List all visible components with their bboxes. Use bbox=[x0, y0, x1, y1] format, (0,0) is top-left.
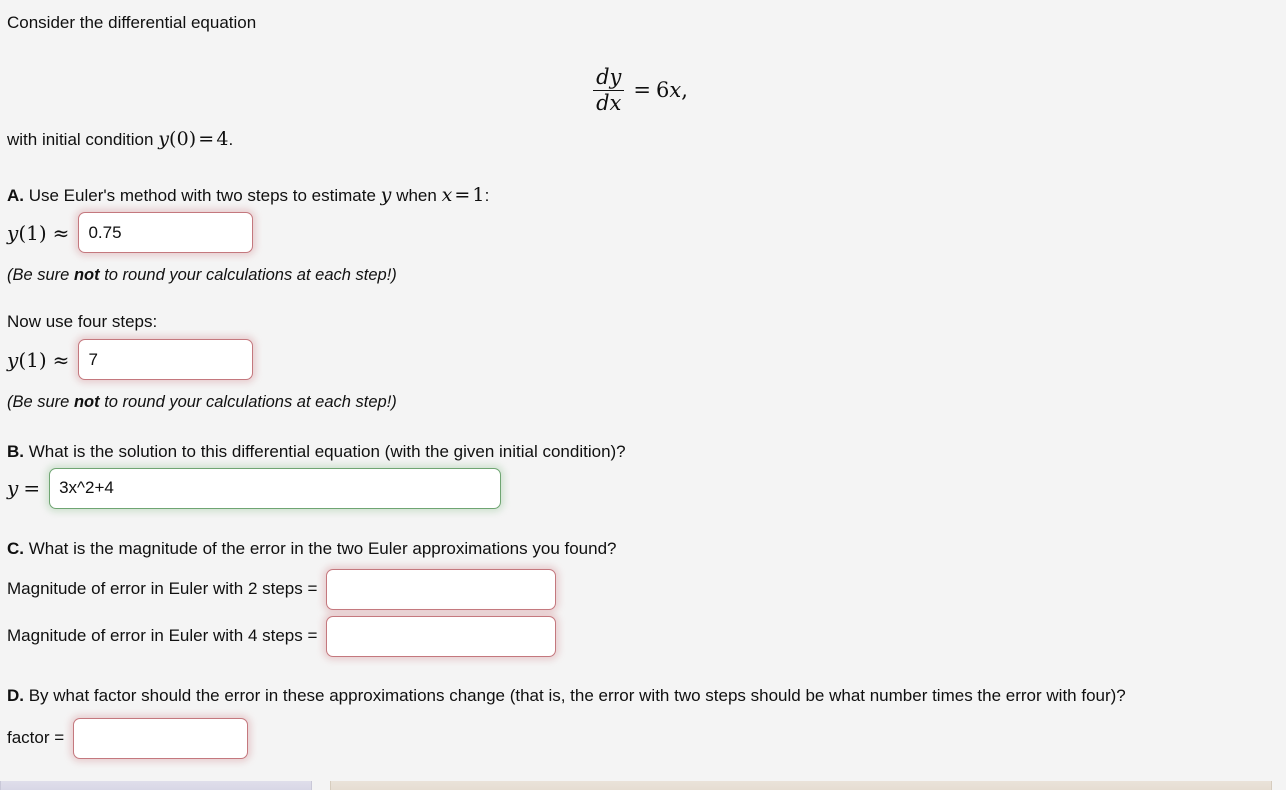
y1-close-paren-a4: ) bbox=[38, 347, 47, 372]
y1-open-paren-a2: ( bbox=[18, 220, 27, 245]
solution-input[interactable] bbox=[49, 467, 502, 509]
part-a-four-steps-label: y(1) ≈ bbox=[7, 348, 78, 372]
hint-bold-a4: not bbox=[73, 393, 100, 412]
hint-bold-a2: not bbox=[73, 266, 100, 285]
derivative-fraction: dy dx bbox=[593, 64, 625, 116]
part-a-colon: : bbox=[484, 185, 490, 205]
part-b-equals: = bbox=[23, 476, 41, 501]
error-two-steps-input[interactable] bbox=[326, 568, 557, 610]
y1-approx-a4: ≈ bbox=[52, 347, 70, 372]
equation-coefficient: 6 bbox=[656, 77, 670, 102]
part-c-prompt: C. What is the magnitude of the error in… bbox=[0, 509, 1286, 561]
part-a-xval: 1 bbox=[472, 183, 485, 206]
part-a-two-steps-hint: (Be sure not to round your calculations … bbox=[0, 253, 1286, 286]
equation-variable: x bbox=[669, 77, 682, 102]
part-a-prompt-text-2: when bbox=[391, 185, 442, 205]
ic-function: y bbox=[158, 127, 170, 150]
initial-condition-period: . bbox=[228, 129, 234, 149]
y1-close-paren-a2: ) bbox=[38, 220, 47, 245]
y1-function-a2: y bbox=[7, 220, 19, 245]
exercise-page: Consider the differential equation dy dx… bbox=[0, 0, 1286, 790]
equation-equals-sign: = bbox=[633, 77, 651, 102]
part-a-letter: A. bbox=[7, 185, 24, 205]
error-four-steps-input[interactable] bbox=[326, 615, 557, 657]
fraction-denominator: dx bbox=[593, 90, 625, 116]
part-c-two-steps-label: Magnitude of error in Euler with 2 steps… bbox=[7, 579, 318, 599]
part-c-four-steps-row: Magnitude of error in Euler with 4 steps… bbox=[0, 610, 1286, 657]
factor-input[interactable] bbox=[73, 717, 249, 759]
part-a-two-steps-label: y(1) ≈ bbox=[7, 221, 78, 245]
euler-two-steps-input[interactable] bbox=[78, 212, 254, 254]
part-b-answer-row: y = bbox=[0, 464, 1286, 509]
bottom-cutoff-strip bbox=[0, 781, 1286, 790]
ic-open-paren: ( bbox=[169, 127, 177, 150]
part-c-two-steps-row: Magnitude of error in Euler with 2 steps… bbox=[0, 561, 1286, 610]
equation-right-side: = 6x, bbox=[624, 78, 693, 102]
part-a-var-x: x bbox=[441, 183, 453, 206]
fraction-numerator: dy bbox=[596, 64, 622, 89]
euler-four-steps-input[interactable] bbox=[78, 339, 254, 381]
initial-condition-prefix: with initial condition bbox=[7, 129, 159, 149]
part-b-prompt: B. What is the solution to this differen… bbox=[0, 414, 1286, 464]
part-b-letter: B. bbox=[7, 441, 24, 461]
ic-equals: = bbox=[198, 127, 215, 150]
part-d-factor-label: factor = bbox=[7, 728, 65, 747]
part-a-math-x-equals-1: x = 1 bbox=[442, 184, 485, 206]
part-b-var-y: y bbox=[7, 476, 19, 501]
part-d-letter: D. bbox=[7, 685, 24, 705]
intro-text: Consider the differential equation bbox=[7, 13, 257, 32]
part-c-four-steps-label: Magnitude of error in Euler with 4 steps… bbox=[7, 626, 318, 646]
cutoff-control-left[interactable] bbox=[0, 781, 312, 790]
y1-function-a4: y bbox=[7, 347, 19, 372]
y1-approx-a2: ≈ bbox=[52, 220, 70, 245]
y1-arg-a2: 1 bbox=[26, 220, 39, 245]
part-d-prompt-text: By what factor should the error in these… bbox=[24, 685, 1126, 705]
initial-condition-line: with initial condition y(0) = 4. bbox=[0, 127, 1286, 159]
part-a-prompt: A. Use Euler's method with two steps to … bbox=[0, 159, 1286, 209]
part-d-prompt: D. By what factor should the error in th… bbox=[0, 657, 1286, 708]
part-c-letter: C. bbox=[7, 538, 24, 558]
part-a-four-steps-prompt: Now use four steps: bbox=[7, 312, 158, 332]
equation-comma: , bbox=[681, 77, 688, 102]
hint-close-a2: to round your calculations at each step!… bbox=[99, 266, 397, 285]
initial-condition-math: y(0) = 4 bbox=[158, 128, 228, 150]
y1-open-paren-a4: ( bbox=[18, 347, 27, 372]
part-a-var-y: y bbox=[380, 183, 392, 206]
y1-arg-a4: 1 bbox=[26, 347, 39, 372]
part-b-prompt-text: What is the solution to this differentia… bbox=[24, 441, 626, 461]
hint-close-a4: to round your calculations at each step!… bbox=[99, 393, 397, 412]
part-d-factor-row: factor = bbox=[0, 708, 1286, 759]
part-a-two-steps-row: y(1) ≈ bbox=[0, 208, 1286, 254]
ic-value: 4 bbox=[216, 127, 229, 150]
hint-open-a4: (Be sure bbox=[7, 393, 74, 412]
part-a-prompt-text-1: Use Euler's method with two steps to est… bbox=[24, 185, 381, 205]
part-a-four-steps-hint: (Be sure not to round your calculations … bbox=[0, 380, 1286, 413]
part-a-equals: = bbox=[454, 183, 471, 206]
differential-equation: dy dx = 6x, bbox=[0, 35, 1286, 127]
cutoff-control-right[interactable] bbox=[330, 781, 1272, 790]
part-a-four-steps-row: y(1) ≈ bbox=[0, 334, 1286, 381]
part-b-answer-label: y = bbox=[7, 476, 49, 500]
hint-open-a2: (Be sure bbox=[7, 266, 74, 285]
ic-argument: 0 bbox=[176, 127, 189, 150]
part-c-prompt-text: What is the magnitude of the error in th… bbox=[24, 538, 617, 558]
